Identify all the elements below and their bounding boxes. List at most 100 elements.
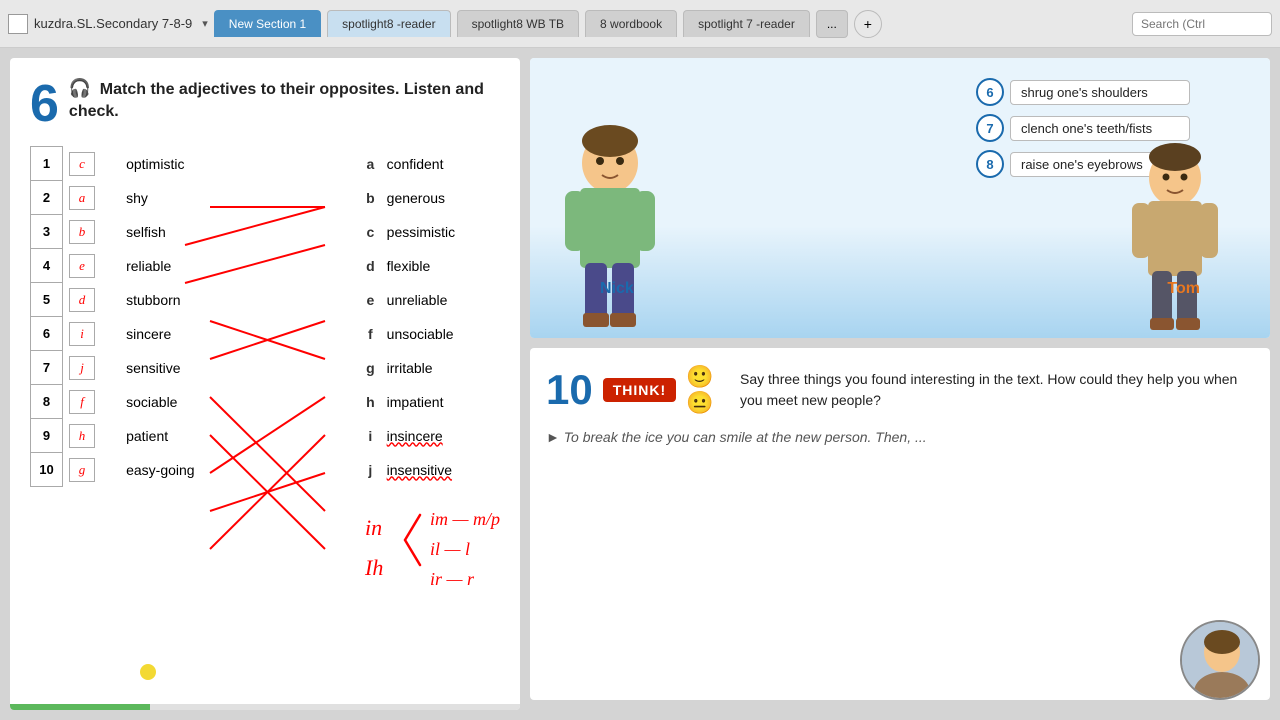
dropdown-arrow-icon[interactable]: ▾ bbox=[202, 17, 208, 30]
progress-fill bbox=[10, 704, 150, 710]
table-row: 4ereliable dflexible bbox=[31, 249, 500, 283]
right-word-4: flexible bbox=[381, 249, 500, 283]
right-word-3: pessimistic bbox=[381, 215, 500, 249]
window-title: kuzdra.SL.Secondary 7-8-9 bbox=[34, 16, 192, 31]
tab-plus[interactable]: + bbox=[854, 10, 882, 38]
tab-8-wordbook[interactable]: 8 wordbook bbox=[585, 10, 677, 37]
illustration-bg: Nick 6 shrug one's shoulders 7 clench on… bbox=[530, 58, 1270, 338]
headphones-icon: 🎧 bbox=[69, 78, 91, 98]
right-letter-6: f bbox=[360, 317, 381, 351]
top-bar: kuzdra.SL.Secondary 7-8-9 ▾ New Section … bbox=[0, 0, 1280, 48]
table-row: 2ashybgenerous bbox=[31, 181, 500, 215]
row-num-8: 8 bbox=[31, 385, 63, 419]
right-word-1: confident bbox=[381, 147, 500, 181]
right-letter-8: h bbox=[360, 385, 381, 419]
left-word-4: reliable bbox=[120, 249, 240, 283]
tab-spotlight7-reader[interactable]: spotlight 7 -reader bbox=[683, 10, 810, 37]
left-word-10: easy-going bbox=[120, 453, 240, 487]
svg-text:Ih: Ih bbox=[364, 555, 383, 580]
right-letter-10: j bbox=[360, 453, 381, 487]
exercise6-header: 6 🎧 Match the adjectives to their opposi… bbox=[30, 78, 500, 130]
exercise10-question: Say three things you found interesting i… bbox=[740, 369, 1254, 411]
table-row: 10geasy-going jinsensitive bbox=[31, 453, 500, 487]
think-badge: THINK! bbox=[603, 378, 676, 402]
exercise6-title: Match the adjectives to their opposites.… bbox=[69, 81, 484, 120]
row-num-1: 1 bbox=[31, 147, 63, 181]
search-input[interactable] bbox=[1132, 12, 1272, 36]
tom-svg bbox=[1120, 133, 1230, 333]
left-word-2: shy bbox=[120, 181, 240, 215]
right-word-2: generous bbox=[381, 181, 500, 215]
row-num-4: 4 bbox=[31, 249, 63, 283]
row-num-9: 9 bbox=[31, 419, 63, 453]
right-word-8: impatient bbox=[381, 385, 500, 419]
table-row: 9hpatient iinsincere bbox=[31, 419, 500, 453]
row-num-5: 5 bbox=[31, 283, 63, 317]
item-text-6: shrug one's shoulders bbox=[1010, 80, 1190, 105]
left-word-6: sincere bbox=[120, 317, 240, 351]
row-num-10: 10 bbox=[31, 453, 63, 487]
exercise6-number: 6 bbox=[30, 78, 59, 130]
emoji-icons: 🙂😐 bbox=[686, 364, 730, 416]
letter-box-4: e bbox=[63, 249, 121, 283]
exercise10-area: 10 THINK! 🙂😐 Say three things you found … bbox=[530, 348, 1270, 700]
right-letter-5: e bbox=[360, 283, 381, 317]
left-word-5: stubborn bbox=[120, 283, 240, 317]
tab-spotlight8-reader[interactable]: spotlight8 -reader bbox=[327, 10, 450, 37]
tom-label: Tom bbox=[1167, 280, 1200, 298]
svg-text:ir — r: ir — r bbox=[430, 569, 475, 589]
tab-more[interactable]: ... bbox=[816, 10, 848, 38]
illustration-area: Nick 6 shrug one's shoulders 7 clench on… bbox=[530, 58, 1270, 338]
item-row-6: 6 shrug one's shoulders bbox=[976, 78, 1190, 106]
progress-bar bbox=[10, 704, 520, 710]
prefix-handwriting: in im — m/p il — l ir — r Ih bbox=[360, 490, 520, 630]
letter-box-2: a bbox=[63, 181, 121, 215]
table-row: 8fsociable himpatient bbox=[31, 385, 500, 419]
tab-spotlight8-wb[interactable]: spotlight8 WB TB bbox=[457, 10, 579, 37]
svg-text:im — m/p: im — m/p bbox=[430, 509, 500, 529]
letter-box-6: i bbox=[63, 317, 121, 351]
adjectives-table: 1coptimisticaconfident2ashybgenerous3bse… bbox=[30, 146, 500, 487]
window-icon bbox=[8, 14, 28, 34]
letter-box-7: j bbox=[63, 351, 121, 385]
right-letter-2: b bbox=[360, 181, 381, 215]
right-word-5: unreliable bbox=[381, 283, 500, 317]
right-letter-3: c bbox=[360, 215, 381, 249]
main-content: 6 🎧 Match the adjectives to their opposi… bbox=[0, 48, 1280, 720]
avatar-corner bbox=[1180, 620, 1260, 700]
nick-label: Nick bbox=[600, 280, 634, 298]
letter-box-3: b bbox=[63, 215, 121, 249]
item-num-7: 7 bbox=[976, 114, 1004, 142]
left-word-1: optimistic bbox=[120, 147, 240, 181]
right-panel: Nick 6 shrug one's shoulders 7 clench on… bbox=[530, 58, 1270, 710]
right-word-7: irritable bbox=[381, 351, 500, 385]
right-letter-7: g bbox=[360, 351, 381, 385]
row-num-6: 6 bbox=[31, 317, 63, 351]
right-letter-4: d bbox=[360, 249, 381, 283]
svg-text:il — l: il — l bbox=[430, 539, 470, 559]
exercise10-header: 10 THINK! 🙂😐 Say three things you found … bbox=[546, 364, 1254, 416]
letter-box-1: c bbox=[63, 147, 121, 181]
left-word-8: sociable bbox=[120, 385, 240, 419]
letter-box-10: g bbox=[63, 453, 121, 487]
right-word-6: unsociable bbox=[381, 317, 500, 351]
tom-character bbox=[1120, 133, 1230, 338]
table-row: 5dstubborneunreliable bbox=[31, 283, 500, 317]
yellow-dot bbox=[140, 664, 156, 680]
left-word-9: patient bbox=[120, 419, 240, 453]
table-row: 7jsensitivegirritable bbox=[31, 351, 500, 385]
right-word-10: insensitive bbox=[381, 453, 500, 487]
letter-box-9: h bbox=[63, 419, 121, 453]
letter-box-8: f bbox=[63, 385, 121, 419]
exercise10-number: 10 bbox=[546, 366, 593, 414]
left-word-7: sensitive bbox=[120, 351, 240, 385]
table-row: 1coptimisticaconfident bbox=[31, 147, 500, 181]
nick-svg bbox=[550, 113, 670, 333]
tab-new-section[interactable]: New Section 1 bbox=[214, 10, 321, 37]
right-letter-9: i bbox=[360, 419, 381, 453]
row-num-3: 3 bbox=[31, 215, 63, 249]
item-num-6: 6 bbox=[976, 78, 1004, 106]
table-row: 6isincere funsociable bbox=[31, 317, 500, 351]
right-word-9: insincere bbox=[381, 419, 500, 453]
item-num-8: 8 bbox=[976, 150, 1004, 178]
